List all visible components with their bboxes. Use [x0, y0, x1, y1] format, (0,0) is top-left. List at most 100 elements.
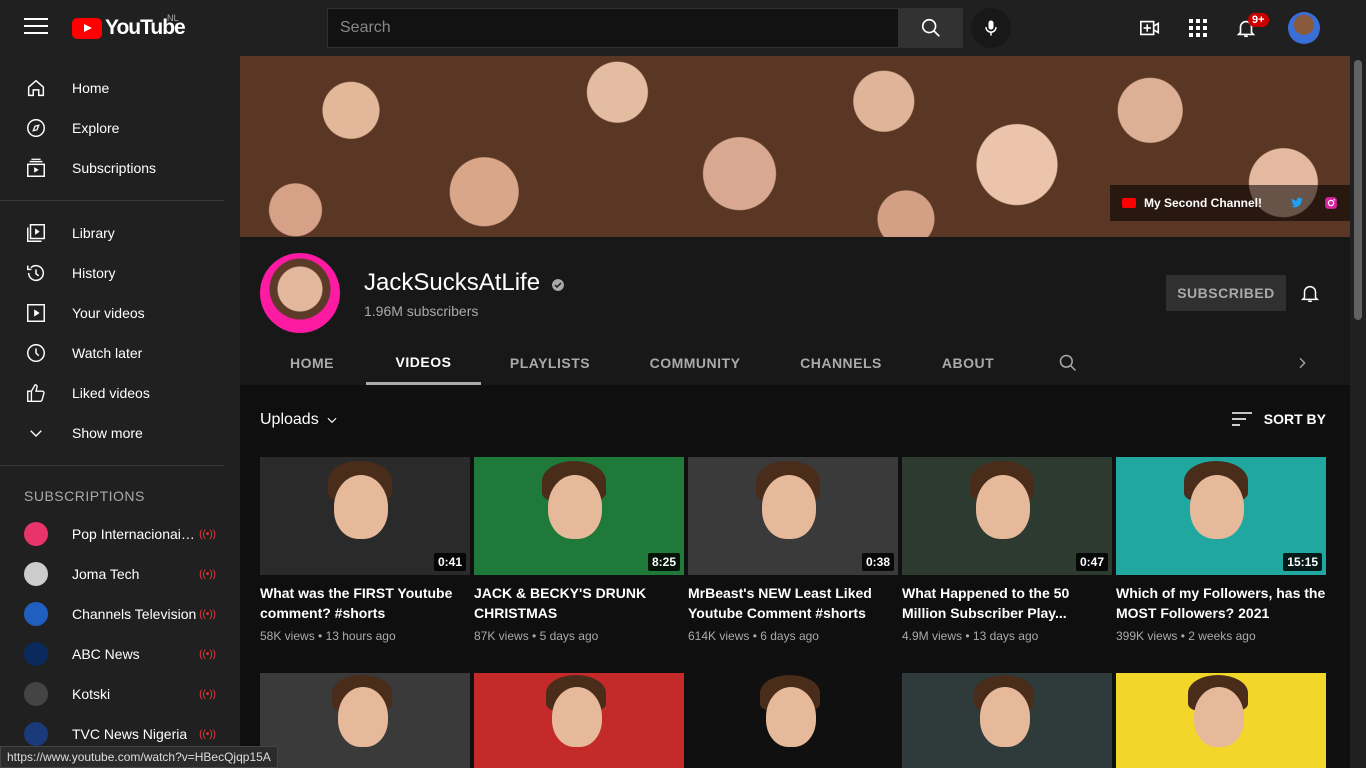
- video-title[interactable]: Which of my Followers, has the MOST Foll…: [1116, 583, 1326, 623]
- video-views: 87K views: [474, 629, 529, 643]
- thumbnail-face-shape: [980, 687, 1030, 747]
- sidebar-item-label: Explore: [72, 120, 120, 136]
- channel-search-button[interactable]: [1054, 341, 1082, 385]
- video-card[interactable]: [260, 673, 470, 768]
- meta-separator: •: [749, 629, 761, 643]
- sidebar-item-show-more[interactable]: Show more: [0, 413, 240, 453]
- video-metadata: 399K views • 2 weeks ago: [1116, 629, 1326, 643]
- thumbnail-face-shape: [1194, 687, 1244, 747]
- uploads-dropdown[interactable]: Uploads: [260, 411, 339, 429]
- video-card[interactable]: 0:38 MrBeast's NEW Least Liked Youtube Co…: [688, 457, 898, 643]
- twitter-icon[interactable]: [1290, 196, 1304, 210]
- sidebar-subscription-item[interactable]: Joma Tech ((•)): [0, 554, 240, 594]
- tab-channels[interactable]: CHANNELS: [788, 341, 894, 385]
- tab-videos[interactable]: VIDEOS: [366, 341, 481, 385]
- thumbnail-face-shape: [766, 687, 816, 747]
- video-thumbnail[interactable]: 15:15: [1116, 457, 1326, 575]
- video-thumbnail[interactable]: 8:25: [474, 457, 684, 575]
- sidebar-item-label: Library: [72, 225, 115, 241]
- avatar[interactable]: [1288, 12, 1320, 44]
- sidebar-item-history[interactable]: History: [0, 253, 240, 293]
- notification-badge: 9+: [1248, 13, 1269, 27]
- tab-about[interactable]: ABOUT: [930, 341, 1006, 385]
- search-input[interactable]: [327, 8, 899, 48]
- banner-link-second-channel[interactable]: My Second Channel!: [1144, 196, 1262, 210]
- channel-header: JackSucksAtLife 1.96M subscribers SUBSCR…: [240, 237, 1350, 385]
- sidebar-subscription-item[interactable]: Pop Internacionais... ((•)): [0, 514, 240, 554]
- sidebar-divider: [0, 465, 224, 466]
- video-metadata: 58K views • 13 hours ago: [260, 629, 470, 643]
- sidebar-subscription-item[interactable]: Channels Television ((•)): [0, 594, 240, 634]
- channel-notification-button[interactable]: [1298, 281, 1322, 305]
- youtube-logo[interactable]: YouTube NL: [72, 13, 186, 40]
- tab-home[interactable]: HOME: [272, 341, 352, 385]
- sidebar-item-subscriptions[interactable]: Subscriptions: [0, 148, 240, 188]
- sidebar-item-liked-videos[interactable]: Liked videos: [0, 373, 240, 413]
- sidebar-item-library[interactable]: Library: [0, 213, 240, 253]
- sidebar-item-label: Show more: [72, 425, 143, 441]
- sidebar-subscription-item[interactable]: ABC News ((•)): [0, 634, 240, 674]
- channel-avatar: [24, 562, 48, 586]
- video-card[interactable]: 0:41 What was the FIRST Youtube comment? …: [260, 457, 470, 643]
- subscriptions-heading: SUBSCRIPTIONS: [24, 488, 145, 504]
- status-bar-url: https://www.youtube.com/watch?v=HBecQjqp…: [0, 746, 278, 768]
- thumbnail-face-shape: [762, 475, 816, 539]
- chevron-right-icon: [1299, 357, 1306, 369]
- video-title[interactable]: MrBeast's NEW Least Liked Youtube Commen…: [688, 583, 898, 623]
- sidebar-item-watch-later[interactable]: Watch later: [0, 333, 240, 373]
- video-thumbnail[interactable]: 0:41: [260, 457, 470, 575]
- video-age: 6 days ago: [760, 629, 819, 643]
- video-thumbnail[interactable]: [260, 673, 470, 768]
- subscriptions-icon: [24, 156, 48, 180]
- video-thumbnail[interactable]: [902, 673, 1112, 768]
- create-video-button[interactable]: [1138, 16, 1162, 40]
- apps-button[interactable]: [1186, 16, 1210, 40]
- video-card[interactable]: [902, 673, 1112, 768]
- channel-avatar: [24, 522, 48, 546]
- video-views: 614K views: [688, 629, 750, 643]
- your-videos-icon: [24, 301, 48, 325]
- video-title[interactable]: What Happened to the 50 Million Subscrib…: [902, 583, 1112, 623]
- subscription-label: Kotski: [72, 686, 111, 702]
- video-thumbnail[interactable]: [474, 673, 684, 768]
- uploads-label: Uploads: [260, 411, 319, 428]
- video-thumbnail[interactable]: 0:38: [688, 457, 898, 575]
- video-metadata: 87K views • 5 days ago: [474, 629, 684, 643]
- tab-playlists[interactable]: PLAYLISTS: [498, 341, 602, 385]
- video-card[interactable]: 8:25 JACK & BECKY'S DRUNK CHRISTMAS 87K vi…: [474, 457, 684, 643]
- video-views: 399K views: [1116, 629, 1178, 643]
- instagram-icon[interactable]: [1324, 196, 1338, 210]
- scrollbar-thumb[interactable]: [1354, 60, 1362, 320]
- voice-search-button[interactable]: [971, 8, 1011, 48]
- tab-community[interactable]: COMMUNITY: [636, 341, 754, 385]
- video-card[interactable]: 15:15 Which of my Followers, has the MOST…: [1116, 457, 1326, 643]
- video-thumbnail[interactable]: 0:47: [902, 457, 1112, 575]
- tabs-scroll-right-button[interactable]: [1292, 341, 1312, 385]
- sidebar-subscription-item[interactable]: Kotski ((•)): [0, 674, 240, 714]
- meta-separator: •: [528, 629, 540, 643]
- video-thumbnail[interactable]: [1116, 673, 1326, 768]
- video-card[interactable]: 0:47 What Happened to the 50 Million Subs…: [902, 457, 1112, 643]
- thumbnail-face-shape: [334, 475, 388, 539]
- channel-banner: My Second Channel!: [240, 56, 1350, 237]
- subscribed-button[interactable]: SUBSCRIBED: [1166, 275, 1286, 311]
- video-card[interactable]: [688, 673, 898, 768]
- sidebar-item-your-videos[interactable]: Your videos: [0, 293, 240, 333]
- scrollbar[interactable]: [1350, 56, 1366, 768]
- video-card[interactable]: [1116, 673, 1326, 768]
- video-thumbnail[interactable]: [688, 673, 898, 768]
- menu-icon[interactable]: [24, 18, 48, 38]
- top-bar: YouTube NL 9+: [0, 0, 1366, 56]
- video-card[interactable]: [474, 673, 684, 768]
- search-button[interactable]: [899, 8, 963, 48]
- sidebar-item-home[interactable]: Home: [0, 68, 240, 108]
- region-code: NL: [167, 13, 179, 23]
- library-icon: [24, 221, 48, 245]
- sort-by-button[interactable]: SORT BY: [1231, 411, 1326, 427]
- apps-grid-icon: [1189, 19, 1207, 37]
- sidebar-item-explore[interactable]: Explore: [0, 108, 240, 148]
- youtube-logo-icon: [72, 17, 102, 39]
- sidebar-item-label: History: [72, 265, 116, 281]
- video-title[interactable]: What was the FIRST Youtube comment? #sho…: [260, 583, 470, 623]
- video-title[interactable]: JACK & BECKY'S DRUNK CHRISTMAS: [474, 583, 684, 623]
